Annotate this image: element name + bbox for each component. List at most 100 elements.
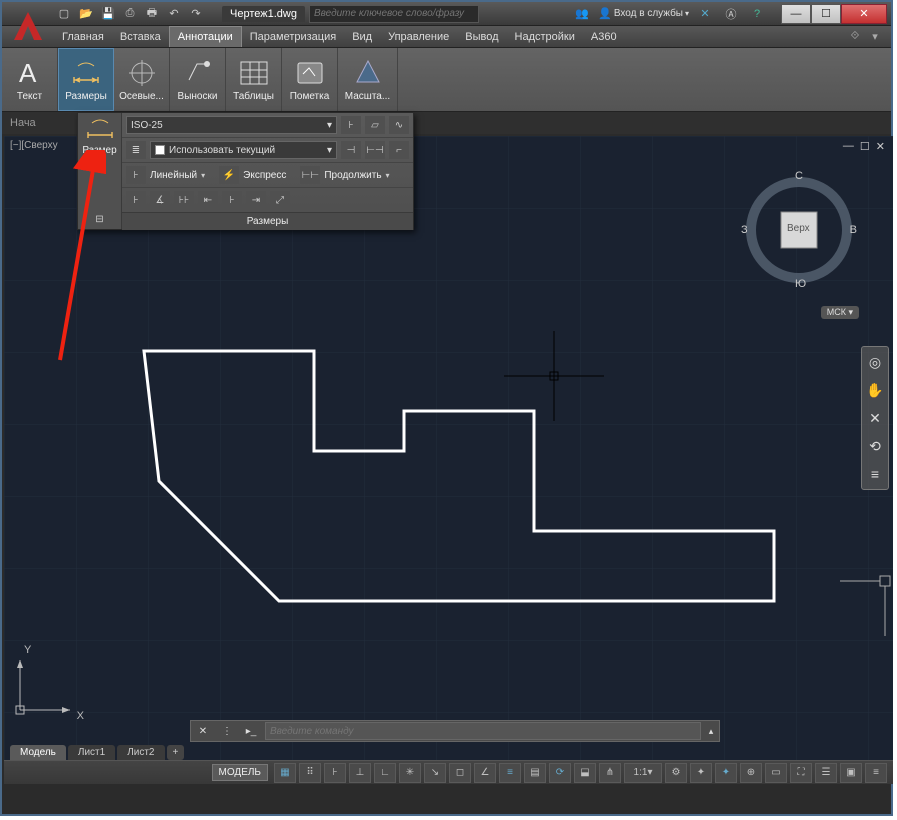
status-infer-icon[interactable]: ⊦ bbox=[324, 763, 346, 783]
qat-print-icon[interactable]: 🖶 bbox=[142, 4, 162, 24]
status-cycle-icon[interactable]: ⟳ bbox=[549, 763, 571, 783]
status-custom-icon[interactable]: ≡ bbox=[865, 763, 887, 783]
dim-pin-icon[interactable]: ⊟ bbox=[90, 210, 110, 228]
help-icon[interactable]: ? bbox=[747, 4, 767, 24]
tab-annotate[interactable]: Аннотации bbox=[169, 26, 242, 47]
dim-align-right-icon[interactable]: ⇥ bbox=[246, 191, 266, 209]
viewport-minimize-icon[interactable]: — bbox=[843, 140, 854, 153]
viewcube[interactable]: С Ю В З Верх bbox=[739, 170, 859, 290]
viewcube-face-top[interactable]: Верх bbox=[787, 223, 810, 234]
status-polar-icon[interactable]: ✳ bbox=[399, 763, 421, 783]
window-minimize-button[interactable]: — bbox=[781, 4, 811, 24]
nav-orbit-icon[interactable]: ⟲ bbox=[864, 435, 886, 457]
qat-redo-icon[interactable]: ↷ bbox=[186, 4, 206, 24]
dim-override-icon[interactable]: ▱ bbox=[365, 116, 385, 134]
status-track-icon[interactable]: ∠ bbox=[474, 763, 496, 783]
dim-angular-icon[interactable]: ∡ bbox=[150, 191, 170, 209]
dim-align-left-icon[interactable]: ⇤ bbox=[198, 191, 218, 209]
status-osnap-icon[interactable]: ◻ bbox=[449, 763, 471, 783]
status-scale-button[interactable]: 1:1 ▾ bbox=[624, 763, 662, 783]
viewport-maximize-icon[interactable]: ☐ bbox=[860, 140, 870, 153]
status-model-button[interactable]: МОДЕЛЬ bbox=[212, 764, 268, 781]
dim-oblique-icon[interactable]: ⊦ bbox=[126, 191, 146, 209]
tab-addins[interactable]: Надстройки bbox=[507, 27, 583, 47]
exchange-icon[interactable]: ✕ bbox=[695, 4, 715, 24]
nav-fullnav-icon[interactable]: ◎ bbox=[864, 351, 886, 373]
ribbon-text-button[interactable]: A Текст bbox=[2, 48, 58, 111]
dim-update-icon[interactable]: ⊦ bbox=[341, 116, 361, 134]
compass-n[interactable]: С bbox=[795, 170, 803, 182]
cmdline-history-icon[interactable]: ▴ bbox=[703, 723, 719, 739]
command-line[interactable]: ✕ ⋮ ▸_ ▴ bbox=[190, 720, 720, 742]
nav-showmotion-icon[interactable]: ≡ bbox=[864, 463, 886, 485]
dim-express-label[interactable]: Экспресс bbox=[243, 170, 286, 181]
qat-save-icon[interactable]: 💾 bbox=[98, 4, 118, 24]
layout1-tab[interactable]: Лист1 bbox=[68, 745, 115, 760]
ribbon-tables-button[interactable]: Таблицы bbox=[226, 48, 282, 111]
dim-express-icon[interactable]: ⚡ bbox=[219, 166, 239, 184]
tab-parametric[interactable]: Параметризация bbox=[242, 27, 344, 47]
sign-in-link[interactable]: 👤 Вход в службы ▾ bbox=[598, 7, 689, 20]
window-maximize-button[interactable]: ☐ bbox=[811, 4, 841, 24]
qat-new-icon[interactable]: ▢ bbox=[54, 4, 74, 24]
layout2-tab[interactable]: Лист2 bbox=[117, 745, 164, 760]
dim-continue-label[interactable]: Продолжить bbox=[324, 170, 381, 181]
ribbon-centerlines-button[interactable]: Осевые... bbox=[114, 48, 170, 111]
status-lwt-icon[interactable]: ≡ bbox=[499, 763, 521, 783]
tab-output[interactable]: Вывод bbox=[457, 27, 506, 47]
window-close-button[interactable]: ✕ bbox=[841, 4, 887, 24]
sign-in-people-icon[interactable]: 👥 bbox=[572, 4, 592, 24]
status-clean-icon[interactable]: ▣ bbox=[840, 763, 862, 783]
nav-zoom-extents-icon[interactable]: ✕ bbox=[864, 407, 886, 429]
nav-pan-icon[interactable]: ✋ bbox=[864, 379, 886, 401]
dim-jog-icon[interactable]: ⌐ bbox=[389, 141, 409, 159]
document-tab[interactable]: Чертеж1.dwg bbox=[222, 6, 305, 22]
command-input[interactable] bbox=[265, 722, 701, 740]
dim-continue-icon[interactable]: ⊢⊢ bbox=[300, 166, 320, 184]
dim-linear-icon[interactable]: ⊦ bbox=[126, 166, 146, 184]
compass-s[interactable]: Ю bbox=[795, 278, 806, 290]
tab-view[interactable]: Вид bbox=[344, 27, 380, 47]
featured-apps-icon[interactable]: ⟐ bbox=[847, 29, 863, 45]
dim-layers-icon[interactable]: ≣ bbox=[126, 141, 146, 159]
qat-open-icon[interactable]: 📂 bbox=[76, 4, 96, 24]
ribbon-markup-button[interactable]: Пометка bbox=[282, 48, 338, 111]
cmdline-handle-icon[interactable]: ⋮ bbox=[219, 723, 235, 739]
status-dyn-icon[interactable]: ⊥ bbox=[349, 763, 371, 783]
status-grid-icon[interactable]: ▦ bbox=[274, 763, 296, 783]
drawing-canvas[interactable]: [−][Сверху — ☐ ✕ С Ю В З Верх МСК ▾ ◎ ✋ … bbox=[4, 136, 893, 784]
status-iso-icon[interactable]: ↘ bbox=[424, 763, 446, 783]
status-snap-icon[interactable]: ⠿ bbox=[299, 763, 321, 783]
help-search-input[interactable] bbox=[309, 5, 479, 23]
status-ws-icon[interactable]: ✦ bbox=[715, 763, 737, 783]
dim-break-icon[interactable]: ⊣ bbox=[341, 141, 361, 159]
dim-textangle-icon[interactable]: ⤢ bbox=[270, 191, 290, 209]
dimlayer-select[interactable]: Использовать текущий▾ bbox=[150, 141, 337, 159]
tab-manage[interactable]: Управление bbox=[380, 27, 457, 47]
viewport-close-icon[interactable]: ✕ bbox=[876, 140, 885, 153]
tab-insert[interactable]: Вставка bbox=[112, 27, 169, 47]
ribbon-dimensions-button[interactable]: Размеры bbox=[58, 48, 114, 111]
dim-linear-label[interactable]: Линейный bbox=[150, 170, 197, 181]
cmdline-close-icon[interactable]: ✕ bbox=[195, 723, 211, 739]
status-annoscale-icon[interactable]: ⋔ bbox=[599, 763, 621, 783]
dimstyle-select[interactable]: ISO-25▾ bbox=[126, 116, 337, 134]
wcs-badge[interactable]: МСК ▾ bbox=[821, 306, 859, 319]
start-tab-label[interactable]: Нача bbox=[10, 117, 36, 129]
qat-undo-icon[interactable]: ↶ bbox=[164, 4, 184, 24]
compass-e[interactable]: В bbox=[850, 224, 857, 236]
status-isolate-icon[interactable]: ☰ bbox=[815, 763, 837, 783]
a360-icon[interactable]: Ⓐ bbox=[721, 4, 741, 24]
compass-w[interactable]: З bbox=[741, 224, 748, 236]
dim-textalign-icon[interactable]: ⊦⊦ bbox=[174, 191, 194, 209]
status-monitor-icon[interactable]: ⊕ bbox=[740, 763, 762, 783]
dim-reassoc-icon[interactable]: ∿ bbox=[389, 116, 409, 134]
app-logo-icon[interactable] bbox=[8, 6, 48, 46]
ribbon-scale-button[interactable]: Масшта... bbox=[338, 48, 398, 111]
model-tab[interactable]: Модель bbox=[10, 745, 66, 760]
tab-a360[interactable]: A360 bbox=[583, 27, 625, 47]
ribbon-leaders-button[interactable]: Выноски bbox=[170, 48, 226, 111]
dimension-tool-icon[interactable] bbox=[83, 115, 117, 143]
panel-dropdown-icon[interactable]: ▾ bbox=[867, 29, 883, 45]
dim-align-center-icon[interactable]: ⊦ bbox=[222, 191, 242, 209]
